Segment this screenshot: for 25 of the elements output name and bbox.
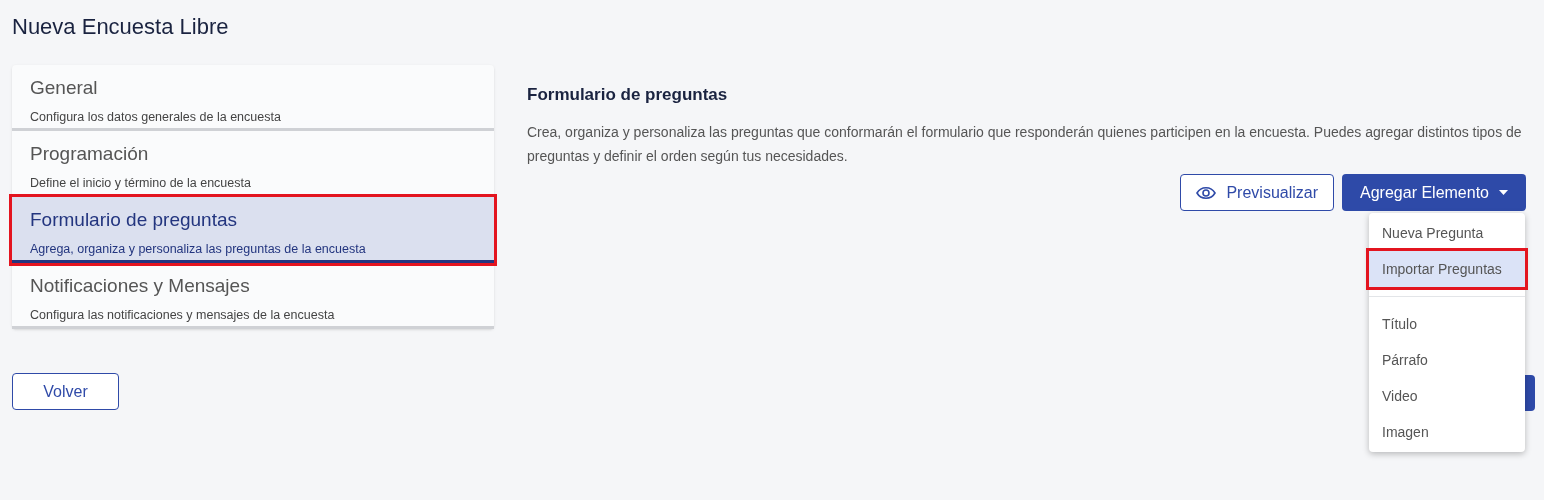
step-description: Define el inicio y término de la encuesta: [30, 174, 252, 192]
menu-item[interactable]: Video: [1369, 378, 1525, 414]
step-item[interactable]: General Configura los datos generales de la encuesta: [12, 65, 494, 131]
step-item[interactable]: Formulario de preguntas Agrega, organiza y personaliza las preguntas de la encuesta: [12, 197, 494, 263]
step-description: Configura las notificaciones y mensajes de la encuesta: [30, 306, 336, 324]
add-element-button[interactable]: Agregar Elemento: [1342, 174, 1526, 211]
step-description: Configura los datos generales de la encuesta: [30, 108, 282, 126]
preview-button[interactable]: Previsualizar: [1180, 174, 1335, 211]
section-description: Crea, organiza y personaliza las preguntas que conformarán el formulario que responderán quienes participen en la encuesta. Puedes agregar distintos tipos de preguntas y definir el orden según tus necesidades.: [527, 122, 1523, 166]
step-item[interactable]: Notificaciones y Mensajes Configura las notificaciones y mensajes de la encuesta: [12, 263, 494, 329]
menu-item[interactable]: Importar Preguntas: [1369, 251, 1525, 287]
step-title: Formulario de preguntas: [30, 208, 238, 232]
menu-item[interactable]: Nueva Pregunta: [1369, 215, 1525, 251]
page-title: Nueva Encuesta Libre: [12, 13, 229, 41]
eye-icon: [1196, 185, 1217, 200]
menu-item[interactable]: Párrafo: [1369, 342, 1525, 378]
step-description: Agrega, organiza y personaliza las preguntas de la encuesta: [30, 240, 367, 258]
caret-icon: [1499, 190, 1508, 195]
menu-item[interactable]: Imagen: [1369, 414, 1525, 450]
menu-item[interactable]: Título: [1369, 306, 1525, 342]
section-title: Formulario de preguntas: [527, 84, 729, 106]
back-button[interactable]: Volver: [12, 373, 119, 410]
step-title: General: [30, 76, 99, 100]
step-title: Notificaciones y Mensajes: [30, 274, 251, 298]
step-title: Programación: [30, 142, 150, 166]
